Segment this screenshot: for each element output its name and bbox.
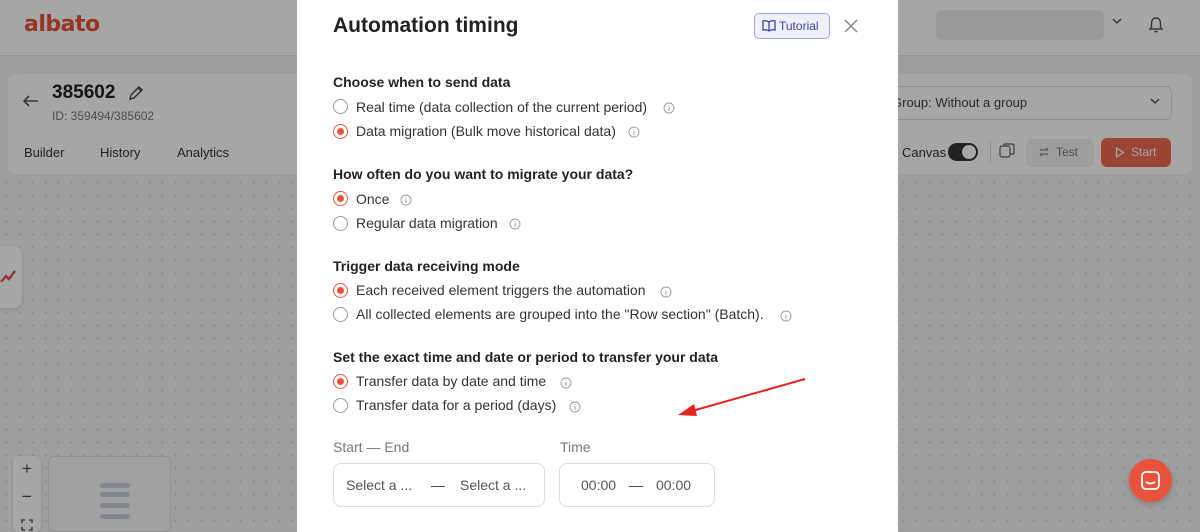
annotation-arrow-icon xyxy=(678,378,806,416)
